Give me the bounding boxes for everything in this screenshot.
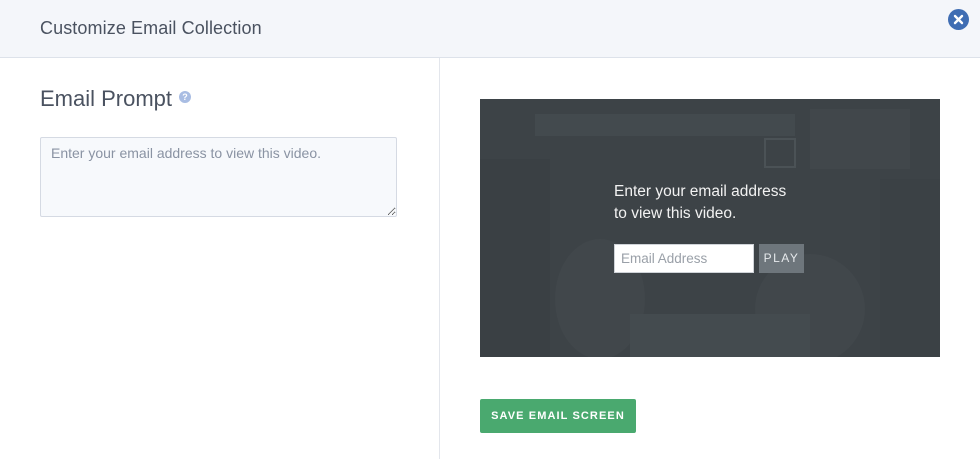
email-prompt-heading: Email Prompt ?: [40, 86, 192, 112]
email-prompt-title: Email Prompt: [40, 86, 173, 111]
save-email-screen-button[interactable]: SAVE EMAIL SCREEN: [480, 399, 636, 433]
modal-header: Customize Email Collection: [0, 0, 980, 58]
email-prompt-pane: Email Prompt ?: [0, 58, 440, 459]
preview-email-input[interactable]: [614, 244, 754, 273]
preview-pane: Enter your email address to view this vi…: [440, 58, 980, 459]
help-icon[interactable]: ?: [179, 91, 192, 103]
preview-prompt-text: Enter your email address to view this vi…: [614, 181, 814, 225]
preview-prompt-line-2: to view this video.: [614, 205, 737, 222]
email-prompt-textarea[interactable]: [40, 137, 397, 217]
customize-email-modal: Customize Email Collection Email Prompt …: [0, 0, 980, 459]
preview-play-button[interactable]: PLAY: [759, 244, 804, 273]
close-icon: [953, 14, 964, 25]
modal-title: Customize Email Collection: [40, 18, 262, 38]
close-button[interactable]: [948, 9, 969, 30]
video-background-image: [480, 99, 940, 357]
email-gate-preview: Enter your email address to view this vi…: [480, 99, 940, 357]
preview-prompt-line-1: Enter your email address: [614, 183, 787, 200]
